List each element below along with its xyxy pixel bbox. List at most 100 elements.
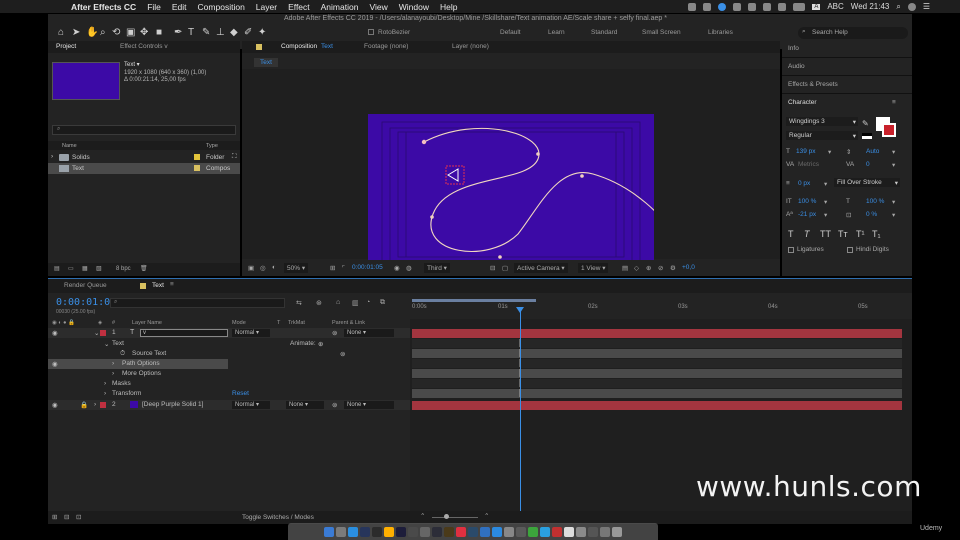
menu-help[interactable]: Help [440, 2, 457, 12]
panel-character[interactable]: Character [788, 99, 817, 106]
workspace-libraries[interactable]: Libraries [708, 29, 733, 36]
tsume-value[interactable]: 0 % [866, 211, 877, 218]
tab-text-composition[interactable]: Text [152, 282, 164, 289]
font-family-dropdown[interactable]: Wingdings 3 ▾ [786, 117, 858, 126]
panel-effects-presets[interactable]: Effects & Presets [788, 81, 838, 88]
app-icon[interactable] [456, 526, 466, 537]
subscript-button[interactable]: T₁ [872, 229, 881, 239]
region-of-interest-icon[interactable]: ⌜ [342, 264, 345, 272]
camera-dropdown[interactable]: Active Camera ▾ [514, 263, 568, 273]
shy-layers-icon[interactable]: ⌂ [336, 299, 340, 306]
app-icon[interactable] [552, 526, 562, 537]
small-caps-button[interactable]: Tт [838, 229, 848, 239]
launchpad-icon[interactable] [336, 526, 346, 537]
col-name[interactable]: Name [62, 143, 77, 149]
blend-mode-dropdown[interactable]: Normal ▾ [232, 401, 270, 409]
col-t[interactable]: T [277, 320, 280, 326]
faux-bold-button[interactable]: T [788, 229, 794, 239]
path-vertex[interactable] [580, 174, 584, 178]
dropdown-arrow-icon[interactable]: ▾ [824, 180, 827, 188]
label-color-swatch[interactable] [100, 330, 106, 336]
alpha-icon[interactable]: ⊘ [658, 264, 663, 272]
layer-name[interactable]: [Deep Purple Solid 1] [142, 401, 203, 408]
lightroom-icon[interactable] [468, 526, 478, 537]
chevron-right-icon[interactable]: › [104, 380, 106, 387]
show-snapshot-icon[interactable]: ◐ [272, 264, 276, 271]
brush-tool-icon[interactable]: ✎ [202, 27, 210, 38]
mask-visibility-icon[interactable]: ▢ [502, 264, 508, 272]
property-more-options[interactable]: › More Options [48, 369, 410, 379]
timeline-zoom-handle[interactable] [444, 514, 449, 519]
rectangle-tool-icon[interactable]: ■ [156, 27, 162, 38]
new-folder-icon[interactable]: ▭ [68, 265, 74, 272]
pickwhip-icon[interactable]: ⊚ [332, 329, 337, 337]
composition-mini-flowchart-icon[interactable]: ⇆ [296, 299, 302, 307]
parent-dropdown[interactable]: None ▾ [344, 401, 394, 409]
col-number[interactable]: # [112, 320, 115, 326]
fast-draft-icon[interactable]: ◇ [634, 264, 639, 272]
status-app-icon[interactable] [748, 2, 757, 11]
trkmat-dropdown[interactable]: None ▾ [286, 401, 324, 409]
app-icon[interactable] [600, 526, 610, 537]
tracking-value[interactable]: 0 [866, 161, 870, 168]
search-help-input[interactable]: ⌕ Search Help [798, 27, 908, 39]
clock[interactable]: Wed 21:43 [851, 2, 890, 11]
illustrator-icon[interactable] [444, 526, 454, 537]
draft-3d-icon[interactable]: ⊛ [316, 299, 322, 307]
black-white-swatch[interactable] [862, 133, 872, 139]
volume-icon[interactable] [778, 2, 787, 11]
workspace-standard[interactable]: Standard [591, 29, 617, 36]
zoom-dropdown[interactable]: 50% ▾ [284, 263, 309, 273]
path-vertex[interactable] [536, 152, 540, 156]
chevron-down-icon[interactable]: ⌄ [104, 340, 109, 348]
app-icon[interactable] [408, 526, 418, 537]
menu-layer[interactable]: Layer [256, 2, 277, 12]
path-vertex[interactable] [421, 139, 427, 145]
menu-composition[interactable]: Composition [198, 2, 245, 12]
status-app-icon[interactable] [703, 2, 712, 11]
composition-breadcrumb[interactable]: Text [254, 58, 278, 67]
wifi-icon[interactable] [763, 2, 772, 11]
chevron-right-icon[interactable]: › [104, 390, 106, 397]
spotlight-icon[interactable]: ⌕ [896, 2, 900, 12]
skype-icon[interactable] [540, 526, 550, 537]
label-color-swatch[interactable] [194, 165, 200, 171]
path-overlay[interactable] [368, 114, 654, 275]
transform-reset-link[interactable]: Reset [232, 390, 249, 397]
flowchart-icon[interactable]: ⊕ [646, 264, 651, 272]
notification-center-icon[interactable]: ☰ [923, 2, 930, 11]
ligatures-checkbox[interactable] [788, 247, 794, 253]
menu-view[interactable]: View [369, 2, 387, 12]
grid-icon[interactable]: ⊞ [330, 264, 335, 272]
camera-tool-icon[interactable]: ▣ [126, 27, 135, 38]
input-source[interactable]: ABC [827, 2, 843, 11]
kerning-value[interactable]: Metrics [798, 161, 819, 168]
workspace-default[interactable]: Default [500, 29, 521, 36]
tab-effect-controls[interactable]: Effect Controls v [120, 43, 168, 50]
panel-audio[interactable]: Audio [788, 63, 805, 70]
app-icon[interactable] [420, 526, 430, 537]
eye-icon[interactable]: ◉ [52, 329, 58, 337]
path-vertex[interactable] [430, 215, 434, 219]
layer-2-bar[interactable] [412, 401, 902, 410]
expression-icon[interactable]: ⊚ [340, 350, 345, 358]
vertical-scale-value[interactable]: 100 % [798, 198, 816, 205]
playhead-line[interactable] [520, 309, 521, 524]
current-timecode[interactable]: 0:00:01:05 [56, 297, 116, 308]
transparency-grid-icon[interactable]: ⊟ [490, 264, 495, 272]
chevron-right-icon[interactable]: › [51, 153, 53, 160]
leading-value[interactable]: Auto [866, 148, 879, 155]
horizontal-scale-value[interactable]: 100 % [866, 198, 884, 205]
resolution-dropdown[interactable]: Third ▾ [424, 263, 450, 273]
eraser-tool-icon[interactable]: ◆ [230, 27, 238, 38]
tab-render-queue[interactable]: Render Queue [64, 282, 107, 289]
baseline-shift-value[interactable]: -21 px [798, 211, 816, 218]
menu-edit[interactable]: Edit [172, 2, 187, 12]
exposure-reset-icon[interactable]: ⚙ [670, 264, 676, 272]
work-area-bar[interactable] [412, 299, 536, 302]
col-layer-name[interactable]: Layer Name [132, 320, 162, 326]
all-caps-button[interactable]: TT [820, 229, 831, 239]
tab-composition-prefix[interactable]: Composition [281, 43, 317, 50]
col-parent-link[interactable]: Parent & Link [332, 320, 365, 326]
menu-animation[interactable]: Animation [321, 2, 359, 12]
